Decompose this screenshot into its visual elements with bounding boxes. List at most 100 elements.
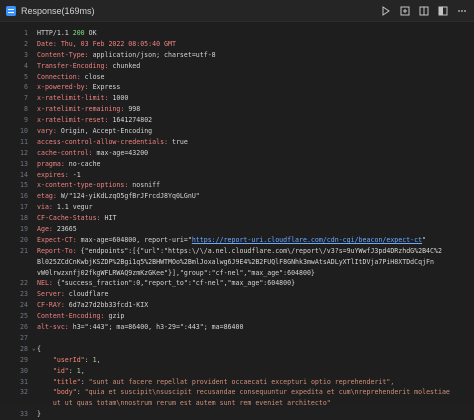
line-number: 29 (20, 355, 28, 364)
header-value: 998 (124, 105, 141, 114)
status-prefix: HTTP/1.1 (37, 29, 73, 37)
header-value: W/"124-yiKdLzqO5gfBrJFrcdJ8Yq0LGnU" (56, 192, 200, 201)
tab-bar: Response(169ms) (0, 0, 474, 22)
code-line: 5 Connection: close (0, 72, 474, 83)
json-colon: : (76, 388, 85, 397)
header-value: chunked (108, 61, 141, 70)
header-value: HIT (100, 214, 117, 223)
code-line: 2 Date: Thu, 03 Feb 2022 08:05:40 GMT (24, 39, 176, 48)
code-line: 14 expires: -1 (0, 170, 474, 181)
line-number (0, 398, 32, 409)
open-changes-icon[interactable] (399, 5, 411, 17)
header-value: true (168, 137, 188, 146)
code-line: ut ut quas totam\nnostrum rerum est aute… (0, 398, 474, 409)
header-value: 23665 (52, 225, 77, 234)
header-value: close (80, 72, 105, 81)
code-line: 6 x-powered-by: Express (0, 82, 474, 93)
header-key: x-ratelimit-reset: (37, 116, 109, 125)
line-number: 33 (20, 410, 28, 419)
line-number: 4 (24, 61, 28, 70)
header-key: cache-control: (37, 148, 93, 157)
code-line: 11 access-control-allow-credentials: true (0, 137, 474, 148)
header-key: Server: (37, 290, 65, 299)
code-line: 3 Content-Type: application/json; charset… (0, 50, 474, 61)
response-editor[interactable]: 1 HTTP/1.1 200 OK 2 Date: Thu, 03 Feb 2022… (0, 28, 474, 418)
header-key: CF-Cache-Status: (37, 214, 101, 223)
code-line: 7 x-ratelimit-limit: 1000 (0, 93, 474, 104)
line-number: 17 (20, 203, 28, 212)
code-line: 20 Expect-CT: max-age=604800, report-uri=… (0, 235, 474, 246)
header-value: " (422, 235, 427, 244)
status-code: 200 (72, 29, 85, 37)
header-value: 1641274802 (108, 116, 153, 125)
header-value: 1000 (108, 94, 129, 103)
line-number: 18 (20, 214, 28, 223)
header-value: 1.1 vegur (52, 203, 93, 212)
line-number: 7 (24, 94, 28, 103)
code-line: 10 vary: Origin, Accept-Encoding (0, 126, 474, 137)
header-key: Content-Encoding: (37, 312, 105, 321)
code-line: 33} (0, 409, 474, 420)
json-key: "userId" (52, 355, 85, 364)
header-value: Origin, Accept-Encoding (56, 127, 153, 136)
code-line: 18 CF-Cache-Status: HIT (0, 213, 474, 224)
header-value: h3=":443"; ma=86400, h3-29=":443"; ma=86… (68, 323, 244, 332)
date-header: Date: Thu, 03 Feb 2022 08:05:40 GMT (37, 39, 176, 48)
line-number: 9 (24, 116, 28, 125)
json-colon: : (68, 366, 77, 375)
header-value: Bl025ZCdCnKwbjKSZDP%2Bgi1q5%2BHWTMOo%2Bm… (37, 257, 434, 266)
header-value: max-age=43200 (92, 148, 149, 157)
json-key: "id" (52, 366, 69, 375)
line-number: 26 (20, 323, 28, 332)
header-key: CF-RAY: (37, 301, 65, 310)
json-value: "sunt aut facere repellat provident occa… (88, 377, 395, 386)
line-number: 3 (24, 50, 28, 59)
line-number: 5 (24, 72, 28, 81)
line-number (0, 268, 32, 279)
code-line: 25 Content-Encoding: gzip (0, 311, 474, 322)
line-number: 10 (20, 127, 28, 136)
line-number: 21 (20, 246, 28, 255)
more-icon[interactable] (456, 5, 468, 17)
play-icon[interactable] (380, 5, 392, 17)
json-close-brace: } (37, 410, 41, 419)
code-line: 32 "body": "quia et suscipit\nsuscipit r… (0, 387, 474, 398)
expect-ct-link[interactable]: https://report-uri.cloudflare.com/cdn-cg… (192, 236, 422, 244)
code-line: vW0lrwzxnfj02fkgWFLRWAQ9zmKzGKee"}],"gro… (0, 268, 474, 279)
json-value: 1, (92, 355, 101, 364)
header-key: Age: (37, 225, 53, 234)
header-key: pragma: (37, 159, 65, 168)
code-line: 16 etag: W/"124-yiKdLzqO5gfBrJFrcdJ8Yq0LG… (0, 191, 474, 202)
json-colon: : (80, 377, 89, 386)
header-key: via: (37, 203, 53, 212)
line-number: 31 (20, 377, 28, 386)
line-number: 14 (20, 170, 28, 179)
editor-toolbar (373, 5, 468, 17)
json-value: ut ut quas totam\nnostrum rerum est aute… (37, 399, 331, 408)
json-value: "quia et suscipit\nsuscipit recusandae c… (84, 388, 450, 397)
line-number: 8 (24, 105, 28, 114)
header-value: {"endpoints":[{"url":"https:\/\/a.nel.cl… (76, 246, 442, 255)
header-value: nosniff (128, 181, 161, 190)
line-number: 11 (20, 137, 28, 146)
header-key: etag: (37, 192, 57, 201)
header-value: gzip (104, 312, 125, 321)
line-number: 24 (20, 301, 28, 310)
header-key: x-content-type-options: (37, 181, 129, 190)
tab-title[interactable]: Response(169ms) (21, 6, 95, 16)
code-line: 19 Age: 23665 (0, 224, 474, 235)
code-line: 21 Report-To: {"endpoints":[{"url":"https… (0, 246, 474, 257)
header-key: Content-Type: (37, 50, 89, 59)
code-line: 17 via: 1.1 vegur (0, 202, 474, 213)
line-number: 30 (20, 366, 28, 375)
code-line: 13 pragma: no-cache (0, 159, 474, 170)
code-line: 1 HTTP/1.1 200 OK (24, 29, 97, 37)
line-number: 20 (20, 235, 28, 244)
layout-icon[interactable] (437, 5, 449, 17)
code-line: 4 Transfer-Encoding: chunked (0, 61, 474, 72)
line-number: 22 (20, 279, 28, 288)
split-editor-icon[interactable] (418, 5, 430, 17)
